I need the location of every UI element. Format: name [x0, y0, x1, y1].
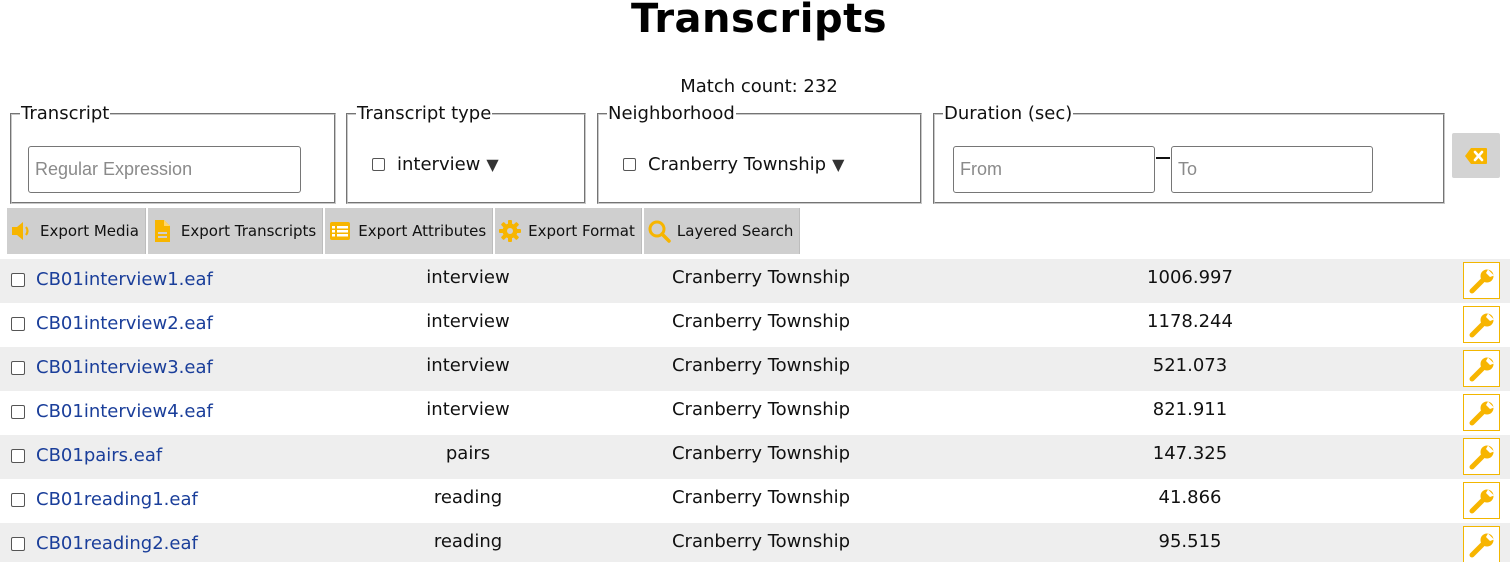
- transcript-link[interactable]: CB01reading2.eaf: [36, 533, 198, 554]
- wrench-icon: [1469, 357, 1494, 381]
- edit-attributes-button[interactable]: [1463, 394, 1500, 431]
- transcript-list: CB01interview1.eaf interview Cranberry T…: [0, 259, 1510, 562]
- neighborhood-cell: Cranberry Township: [671, 487, 851, 508]
- edit-attributes-button[interactable]: [1463, 526, 1500, 562]
- table-row: CB01interview3.eaf interview Cranberry T…: [0, 347, 1510, 391]
- match-count: Match count: 232: [680, 76, 838, 97]
- clear-filters-button[interactable]: [1452, 133, 1500, 178]
- table-row: CB01interview1.eaf interview Cranberry T…: [0, 259, 1510, 303]
- transcript-link[interactable]: CB01interview2.eaf: [36, 313, 213, 334]
- transcript-type-cell: reading: [433, 487, 503, 508]
- transcript-link[interactable]: CB01interview1.eaf: [36, 269, 213, 290]
- gear-icon: [498, 219, 522, 243]
- neighborhood-legend: Neighborhood: [608, 103, 735, 124]
- export-attributes-label: Export Attributes: [358, 222, 487, 240]
- neighborhood-dropdown[interactable]: Cranberry Township ▼: [623, 154, 844, 175]
- duration-cell: 147.325: [1152, 443, 1228, 464]
- wrench-icon: [1469, 401, 1494, 425]
- neighborhood-filter: Neighborhood Cranberry Township ▼: [597, 104, 922, 204]
- speaker-icon: [10, 219, 34, 243]
- row-checkbox[interactable]: [11, 361, 25, 375]
- transcripts-page: Transcripts Match count: 232 Transcript …: [0, 0, 1510, 562]
- transcript-filter: Transcript: [10, 104, 336, 204]
- transcript-regex-input[interactable]: [28, 146, 301, 193]
- transcript-type-legend: Transcript type: [357, 103, 492, 124]
- transcript-type-cell: interview: [426, 267, 510, 288]
- export-transcripts-label: Export Transcripts: [180, 222, 317, 240]
- row-checkbox[interactable]: [11, 273, 25, 287]
- neighborhood-cell: Cranberry Township: [671, 531, 851, 552]
- transcript-link[interactable]: CB01interview4.eaf: [36, 401, 213, 422]
- duration-from-input[interactable]: [953, 146, 1155, 193]
- edit-attributes-button[interactable]: [1463, 350, 1500, 387]
- edit-attributes-button[interactable]: [1463, 438, 1500, 475]
- duration-filter: Duration (sec): [933, 104, 1445, 204]
- export-media-label: Export Media: [40, 222, 139, 240]
- neighborhood-cell: Cranberry Township: [671, 443, 851, 464]
- export-toolbar: Export Media Export Transcripts Export A…: [7, 208, 802, 254]
- transcript-link[interactable]: CB01reading1.eaf: [36, 489, 198, 510]
- neighborhood-selected: Cranberry Township: [648, 154, 827, 175]
- neighborhood-cell: Cranberry Township: [671, 267, 851, 288]
- transcript-type-cell: interview: [426, 355, 510, 376]
- edit-attributes-button[interactable]: [1463, 306, 1500, 343]
- wrench-icon: [1469, 533, 1494, 557]
- edit-attributes-button[interactable]: [1463, 262, 1500, 299]
- transcript-type-filter: Transcript type interview ▼: [346, 104, 586, 204]
- duration-cell: 41.866: [1158, 487, 1222, 508]
- transcript-type-cell: interview: [426, 311, 510, 332]
- layered-search-label: Layered Search: [676, 222, 794, 240]
- table-row: CB01reading1.eaf reading Cranberry Towns…: [0, 479, 1510, 523]
- magnifier-icon: [647, 219, 671, 243]
- duration-cell: 1178.244: [1147, 311, 1233, 332]
- transcript-type-selected: interview: [397, 154, 481, 175]
- row-checkbox[interactable]: [11, 537, 25, 551]
- duration-cell: 521.073: [1152, 355, 1228, 376]
- transcript-filter-legend: Transcript: [21, 103, 110, 124]
- wrench-icon: [1469, 489, 1494, 513]
- row-checkbox[interactable]: [11, 405, 25, 419]
- duration-legend: Duration (sec): [944, 103, 1073, 124]
- transcript-link[interactable]: CB01interview3.eaf: [36, 357, 213, 378]
- page-title: Transcripts: [630, 0, 888, 42]
- transcript-type-cell: interview: [426, 399, 510, 420]
- export-media-button[interactable]: Export Media: [7, 208, 146, 254]
- transcript-type-cell: pairs: [445, 443, 491, 464]
- transcript-link[interactable]: CB01pairs.eaf: [36, 445, 162, 466]
- transcript-type-dropdown[interactable]: interview ▼: [372, 154, 499, 175]
- wrench-icon: [1469, 269, 1494, 293]
- duration-cell: 821.911: [1152, 399, 1228, 420]
- neighborhood-cell: Cranberry Township: [671, 399, 851, 420]
- wrench-icon: [1469, 313, 1494, 337]
- table-row: CB01interview4.eaf interview Cranberry T…: [0, 391, 1510, 435]
- table-row: CB01interview2.eaf interview Cranberry T…: [0, 303, 1510, 347]
- neighborhood-cell: Cranberry Township: [671, 355, 851, 376]
- export-format-button[interactable]: Export Format: [495, 208, 642, 254]
- duration-to-input[interactable]: [1171, 146, 1373, 193]
- transcript-type-cell: reading: [433, 531, 503, 552]
- wrench-icon: [1469, 445, 1494, 469]
- transcript-type-checkbox[interactable]: [372, 158, 385, 171]
- row-checkbox[interactable]: [11, 449, 25, 463]
- document-icon: [151, 219, 175, 243]
- export-transcripts-button[interactable]: Export Transcripts: [147, 208, 324, 254]
- table-icon: [328, 219, 352, 243]
- layered-search-button[interactable]: Layered Search: [643, 208, 801, 254]
- duration-cell: 1006.997: [1147, 267, 1233, 288]
- range-separator: [1156, 157, 1170, 159]
- export-attributes-button[interactable]: Export Attributes: [325, 208, 494, 254]
- table-row: CB01pairs.eaf pairs Cranberry Township 1…: [0, 435, 1510, 479]
- neighborhood-checkbox[interactable]: [623, 158, 636, 171]
- table-row: CB01reading2.eaf reading Cranberry Towns…: [0, 523, 1510, 562]
- duration-cell: 95.515: [1158, 531, 1222, 552]
- row-checkbox[interactable]: [11, 493, 25, 507]
- row-checkbox[interactable]: [11, 317, 25, 331]
- dropdown-arrow-icon: ▼: [832, 155, 845, 174]
- export-format-label: Export Format: [528, 222, 635, 240]
- edit-attributes-button[interactable]: [1463, 482, 1500, 519]
- clear-filter-icon: [1452, 147, 1500, 165]
- dropdown-arrow-icon: ▼: [486, 155, 499, 174]
- neighborhood-cell: Cranberry Township: [671, 311, 851, 332]
